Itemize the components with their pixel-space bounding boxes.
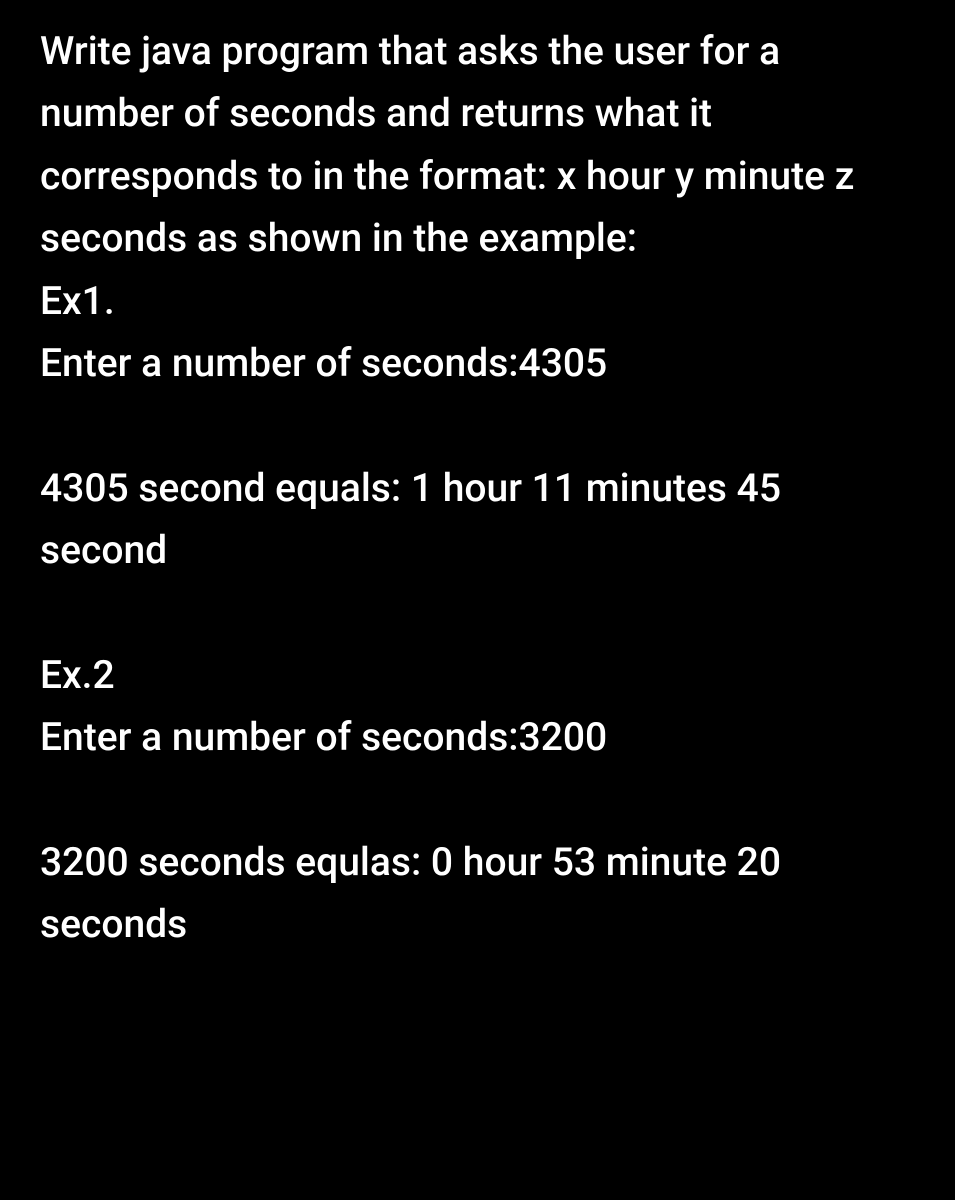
blank-line xyxy=(40,582,915,644)
blank-line xyxy=(40,769,915,831)
blank-line xyxy=(40,394,915,456)
example1-label: Ex1. xyxy=(40,270,915,332)
example1-output: 4305 second equals: 1 hour 11 minutes 45… xyxy=(40,457,915,582)
example2-prompt: Enter a number of seconds:3200 xyxy=(40,706,915,768)
example2-output: 3200 seconds equlas: 0 hour 53 minute 20… xyxy=(40,831,915,956)
problem-statement: Write java program that asks the user fo… xyxy=(40,20,915,270)
example1-prompt: Enter a number of seconds:4305 xyxy=(40,332,915,394)
example2-label: Ex.2 xyxy=(40,644,915,706)
